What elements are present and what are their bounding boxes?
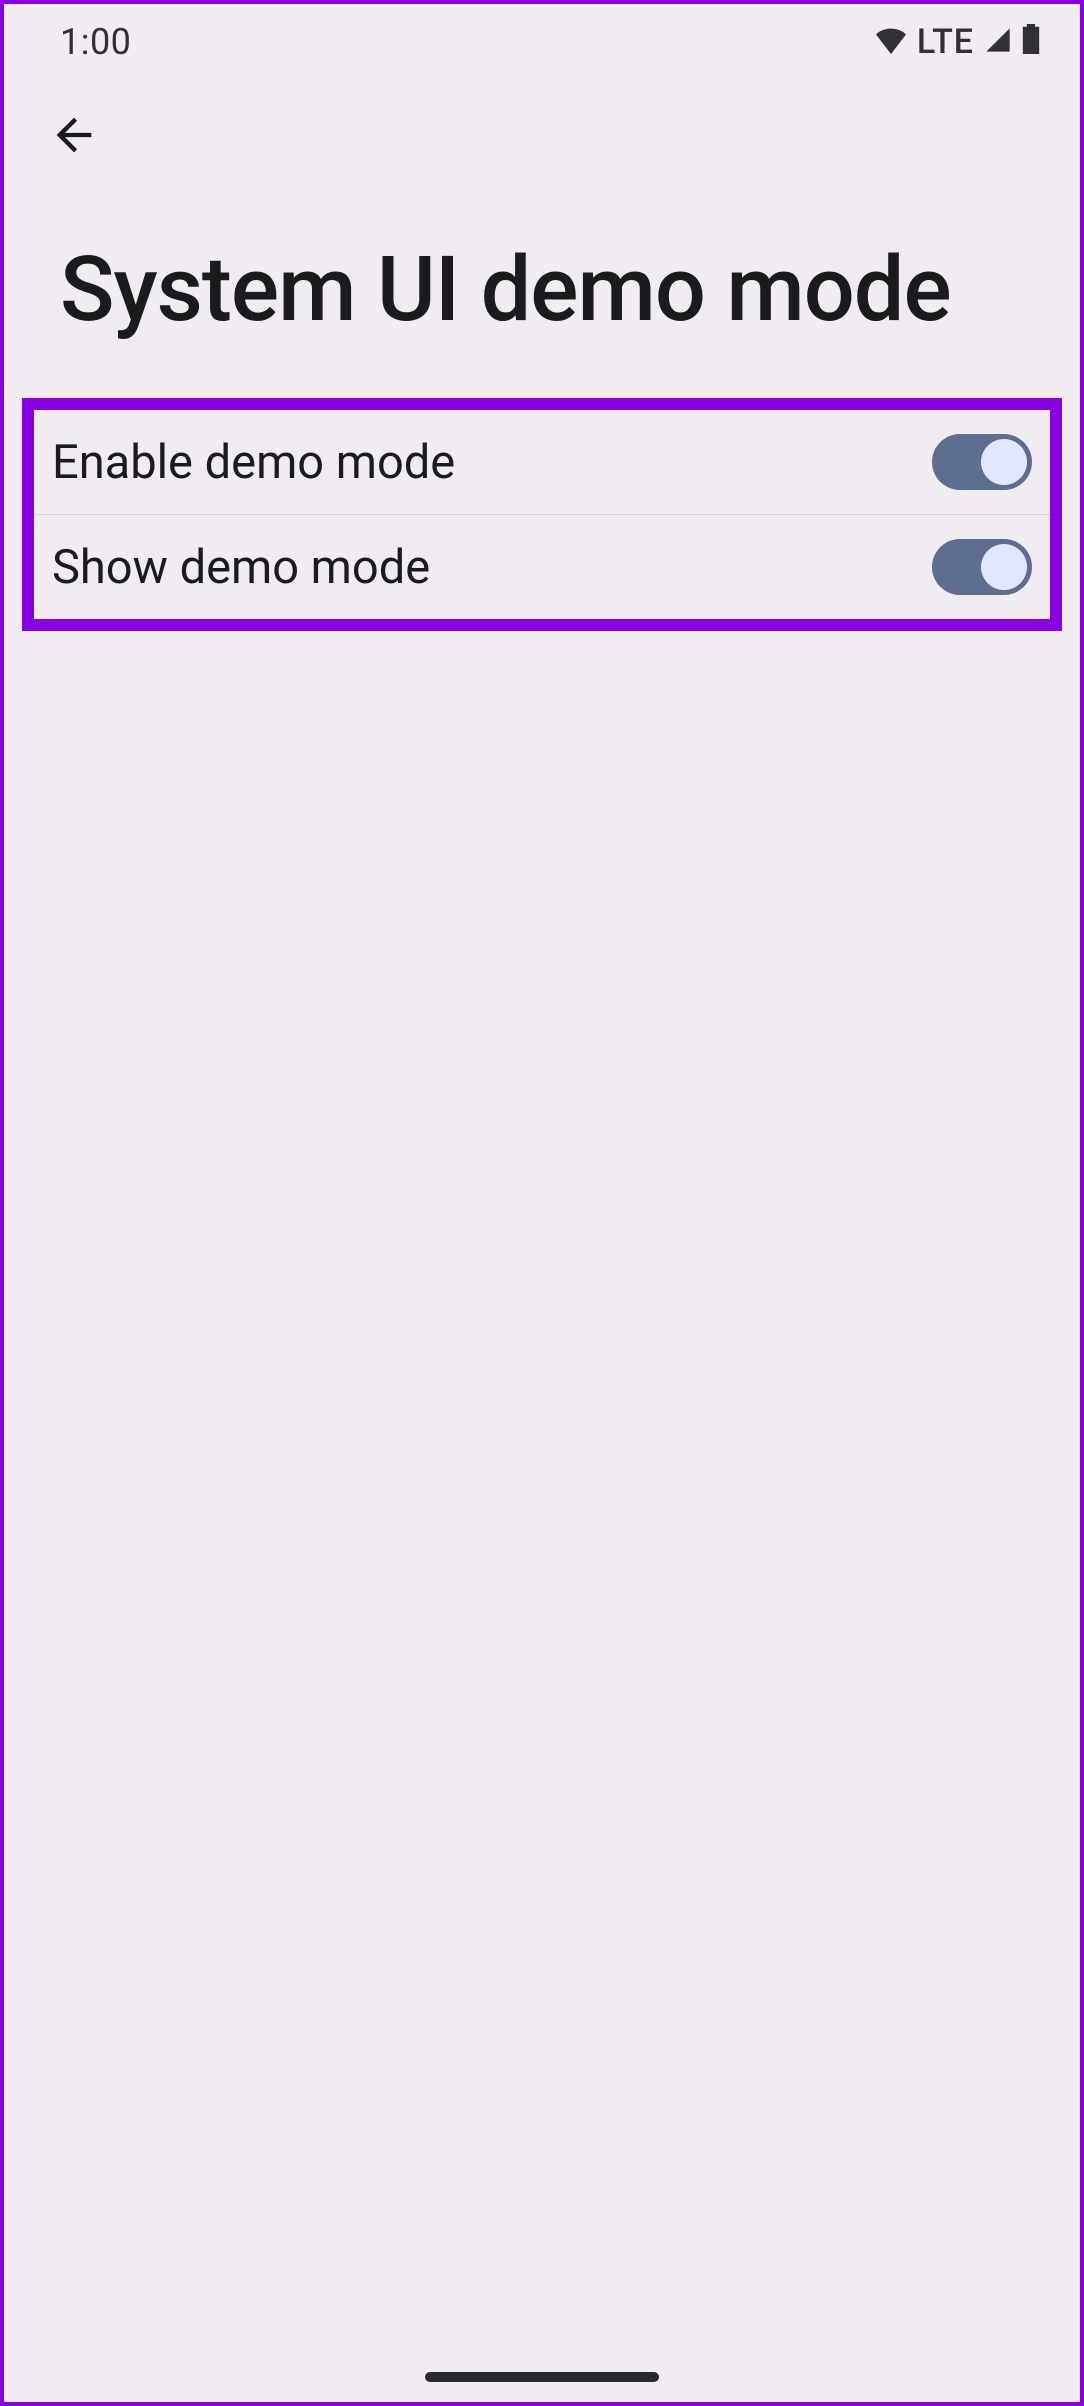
setting-label: Show demo mode: [52, 540, 430, 595]
toggle-knob: [981, 439, 1027, 485]
status-bar: 1:00 LTE: [4, 4, 1080, 80]
wifi-icon: [875, 21, 907, 63]
app-bar: [4, 80, 1080, 172]
back-button[interactable]: [38, 100, 110, 172]
cellular-signal-icon: [984, 21, 1012, 63]
toggle-show-demo[interactable]: [932, 539, 1032, 595]
page-title: System UI demo mode: [4, 172, 1080, 398]
status-right: LTE: [875, 21, 1040, 63]
setting-row-enable-demo[interactable]: Enable demo mode: [34, 410, 1050, 514]
arrow-back-icon: [48, 109, 100, 164]
setting-label: Enable demo mode: [52, 435, 455, 490]
status-time: 1:00: [60, 21, 131, 63]
toggle-knob: [981, 544, 1027, 590]
network-label: LTE: [917, 22, 974, 62]
gesture-nav-bar[interactable]: [425, 2372, 659, 2382]
setting-row-show-demo[interactable]: Show demo mode: [34, 515, 1050, 619]
highlight-annotation: Enable demo mode Show demo mode: [22, 398, 1062, 631]
toggle-enable-demo[interactable]: [932, 434, 1032, 490]
battery-icon: [1022, 21, 1040, 63]
